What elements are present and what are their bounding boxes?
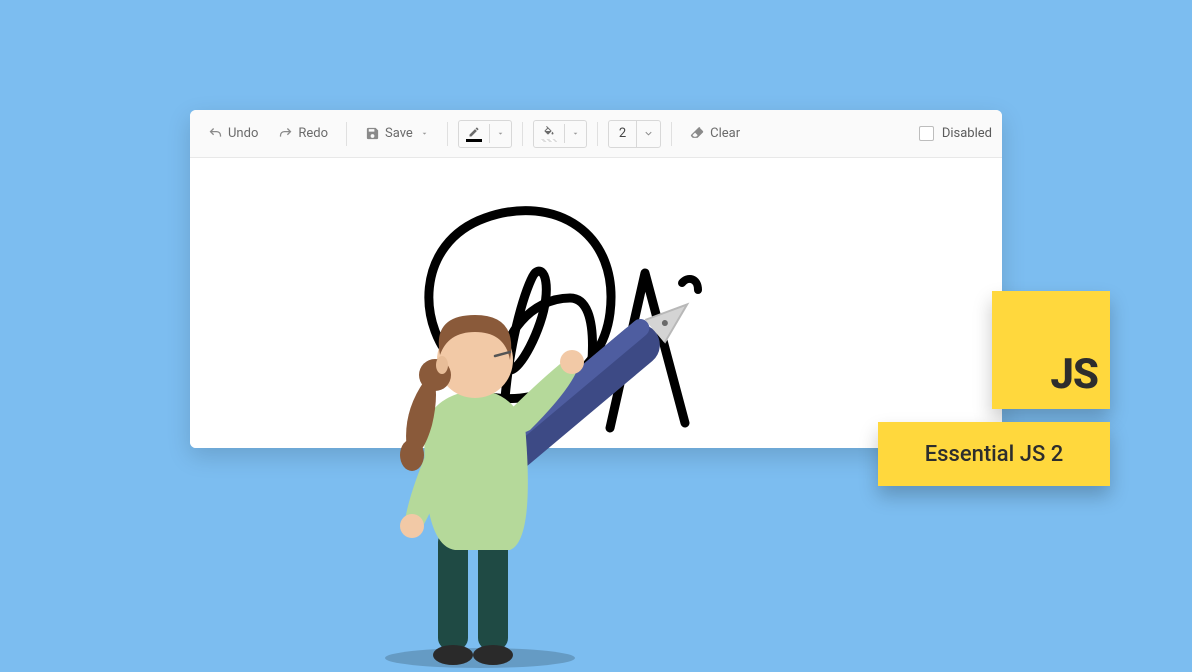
pen-icon — [467, 126, 481, 138]
undo-button[interactable]: Undo — [200, 121, 266, 146]
save-label: Save — [385, 126, 413, 141]
essential-js-badge: Essential JS 2 — [878, 422, 1110, 486]
redo-label: Redo — [298, 126, 328, 141]
caret-down-icon — [420, 129, 429, 138]
fill-color-button[interactable] — [533, 120, 587, 148]
undo-label: Undo — [228, 126, 258, 141]
character-illustration — [360, 260, 700, 668]
js-badge: JS — [992, 291, 1110, 409]
save-icon — [365, 126, 380, 141]
disabled-checkbox[interactable] — [919, 126, 934, 141]
chevron-down-icon — [636, 121, 660, 147]
toolbar-divider — [671, 122, 672, 146]
toolbar-divider — [346, 122, 347, 146]
pen-color-button[interactable] — [458, 120, 512, 148]
clear-button[interactable]: Clear — [682, 121, 748, 146]
save-button[interactable]: Save — [357, 121, 437, 146]
toolbar-divider — [447, 122, 448, 146]
toolbar-divider — [522, 122, 523, 146]
clear-label: Clear — [710, 126, 740, 141]
js-badge-text: JS — [1050, 350, 1098, 399]
fill-color-swatch — [541, 139, 557, 142]
toolbar-divider — [597, 122, 598, 146]
fill-color-dropdown[interactable] — [564, 124, 586, 143]
bucket-icon — [542, 126, 556, 138]
redo-icon — [278, 126, 293, 141]
disabled-toggle[interactable]: Disabled — [919, 126, 992, 141]
toolbar: Undo Redo Save — [190, 110, 1002, 158]
pen-color-swatch — [466, 139, 482, 142]
undo-icon — [208, 126, 223, 141]
essential-js-text: Essential JS 2 — [925, 442, 1064, 467]
disabled-label: Disabled — [942, 126, 992, 141]
fill-color-main[interactable] — [534, 121, 564, 147]
stroke-width-value: 2 — [609, 126, 636, 141]
eraser-icon — [690, 126, 705, 141]
pen-color-dropdown[interactable] — [489, 124, 511, 143]
pen-color-main[interactable] — [459, 121, 489, 147]
stroke-width-select[interactable]: 2 — [608, 120, 661, 148]
redo-button[interactable]: Redo — [270, 121, 336, 146]
